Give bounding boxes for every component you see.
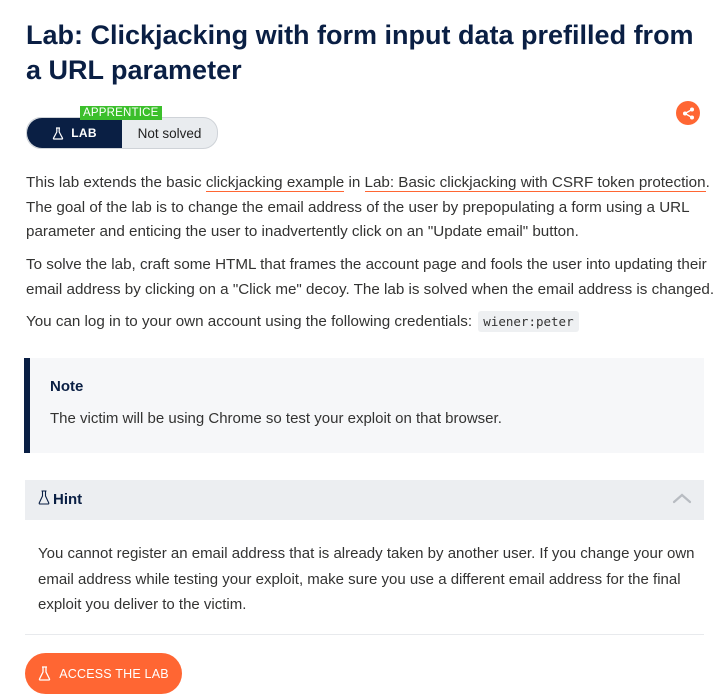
hint-body: You cannot register an email address tha… <box>38 545 695 613</box>
credentials-code: wiener:peter <box>478 311 579 332</box>
hint-label: Hint <box>53 491 83 508</box>
lab-status-badge: LAB Not solved <box>26 117 218 149</box>
intro-text: This lab extends the basic <box>26 174 206 191</box>
lab-description: This lab extends the basic clickjacking … <box>26 171 716 245</box>
flask-icon <box>39 666 51 681</box>
intro-text: in <box>344 174 365 191</box>
page-title: Lab: Clickjacking with form input data p… <box>26 20 694 85</box>
difficulty-level-tag: APPRENTICE <box>80 106 162 120</box>
clickjacking-example-link[interactable]: clickjacking example <box>205 174 345 192</box>
lab-badge-label: LAB <box>27 118 122 148</box>
lab-label: LAB <box>71 126 97 140</box>
credentials-line: You can log in to your own account using… <box>26 310 716 335</box>
basic-clickjacking-lab-link[interactable]: Lab: Basic clickjacking with CSRF token … <box>364 174 706 192</box>
note-body: The victim will be using Chrome so test … <box>50 410 502 427</box>
solve-instructions: To solve the lab, craft some HTML that f… <box>26 256 715 298</box>
chevron-up-icon[interactable] <box>672 492 692 504</box>
divider <box>25 634 704 635</box>
lab-page: Lab: Clickjacking with form input data p… <box>0 0 726 698</box>
hint-toggle[interactable]: Hint <box>25 480 704 520</box>
note-title: Note <box>50 378 84 395</box>
note-box: Note The victim will be using Chrome so … <box>24 358 704 453</box>
access-lab-button[interactable]: ACCESS THE LAB <box>25 653 182 694</box>
credentials-text: You can log in to your own account using… <box>26 313 477 330</box>
flask-icon <box>38 490 50 505</box>
share-button[interactable] <box>676 101 700 125</box>
access-lab-label: ACCESS THE LAB <box>59 666 169 681</box>
lab-status: Not solved <box>137 125 202 141</box>
flask-icon <box>53 126 64 140</box>
share-icon <box>682 107 694 119</box>
